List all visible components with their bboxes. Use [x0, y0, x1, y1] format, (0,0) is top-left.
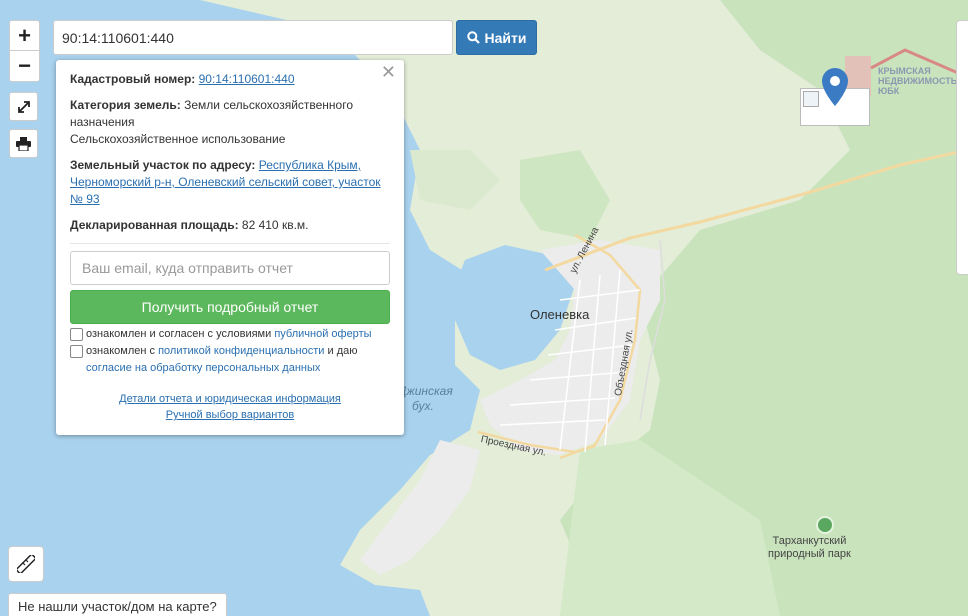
offer-consent: ознакомлен и согласен с условиями публич… [70, 326, 390, 343]
privacy-consent-mid: и даю [327, 345, 358, 357]
search-icon [466, 31, 480, 44]
privacy-consent-text: ознакомлен с [86, 345, 156, 357]
area-value: 82 410 кв.м. [241, 218, 309, 232]
bay-label: Джинская бух. [398, 384, 453, 414]
park-label-line1: Тарханкутский [772, 535, 847, 547]
email-placeholder: Ваш email, куда отправить отчет [82, 259, 293, 276]
broken-image-icon [803, 91, 819, 107]
cadastral-link[interactable]: 90:14:110601:440 [199, 72, 295, 86]
offer-consent-text-wrap: ознакомлен и согласен с условиями публич… [86, 326, 372, 343]
search-query: 90:14:110601:440 [62, 29, 174, 46]
area-row: Декларированная площадь: 82 410 кв.м. [70, 217, 390, 234]
category-label: Категория земель: [70, 98, 181, 112]
manual-selection-link[interactable]: Ручной выбор вариантов [166, 409, 294, 421]
logo-line3: ЮБК [878, 86, 900, 96]
privacy-consent-text-wrap: ознакомлен с политикой конфиденциальност… [86, 343, 358, 377]
cadastral-search-input[interactable]: 90:14:110601:440 [53, 20, 453, 55]
address-row: Земельный участок по адресу: Республика … [70, 157, 390, 208]
logo-line2: НЕДВИЖИМОСТЬ [878, 76, 958, 86]
divider [70, 243, 390, 244]
category-row: Категория земель: Земли сельскохозяйстве… [70, 97, 390, 148]
expand-icon [17, 100, 30, 113]
area-label: Декларированная площадь: [70, 218, 239, 232]
park-icon [816, 516, 834, 534]
category-use: Сельскохозяйственное использование [70, 132, 286, 146]
search-button-label: Найти [484, 29, 527, 46]
email-field[interactable]: Ваш email, куда отправить отчет [70, 251, 390, 285]
logo-text: КРЫМСКАЯ НЕДВИЖИМОСТЬ ЮБК [878, 66, 957, 96]
zoom-out-button[interactable]: − [9, 51, 40, 82]
print-icon [16, 136, 31, 151]
layers-panel[interactable] [956, 20, 968, 275]
town-label: Оленевка [530, 307, 590, 322]
offer-consent-text: ознакомлен и согласен с условиями [86, 328, 272, 340]
park-label-line2: природный парк [768, 548, 851, 560]
logo-line1: КРЫМСКАЯ [878, 66, 931, 76]
privacy-policy-link[interactable]: политикой конфиденциальности [158, 345, 324, 357]
bay-label-line2: бух. [412, 399, 434, 413]
public-offer-link[interactable]: публичной оферты [274, 328, 371, 340]
privacy-checkbox[interactable] [70, 345, 83, 358]
personal-data-consent-link[interactable]: согласие на обработку персональных данны… [86, 362, 320, 374]
bay-label-line1: Джинская [398, 384, 453, 398]
fullscreen-button[interactable] [9, 92, 38, 121]
map-pin-icon[interactable] [822, 68, 848, 106]
report-details-link[interactable]: Детали отчета и юридическая информация [119, 393, 341, 405]
offer-checkbox[interactable] [70, 328, 83, 341]
print-button[interactable] [9, 129, 38, 158]
search-button[interactable]: Найти [456, 20, 537, 55]
parcel-info-popup: ✕ Кадастровый номер: 90:14:110601:440 Ка… [56, 60, 404, 435]
address-label: Земельный участок по адресу: [70, 158, 256, 172]
close-icon[interactable]: ✕ [381, 63, 396, 81]
park-label: Тарханкутский природный парк [768, 535, 851, 561]
get-report-button[interactable]: Получить подробный отчет [70, 290, 390, 324]
ruler-button[interactable] [8, 546, 44, 582]
cadastral-label: Кадастровый номер: [70, 72, 196, 86]
not-found-button[interactable]: Не нашли участок/дом на карте? [8, 593, 227, 616]
privacy-consent: ознакомлен с политикой конфиденциальност… [70, 343, 390, 377]
zoom-in-button[interactable]: + [9, 20, 40, 51]
cadastral-row: Кадастровый номер: 90:14:110601:440 [70, 71, 390, 88]
popup-links: Детали отчета и юридическая информация Р… [70, 391, 390, 423]
ruler-icon [17, 555, 35, 573]
